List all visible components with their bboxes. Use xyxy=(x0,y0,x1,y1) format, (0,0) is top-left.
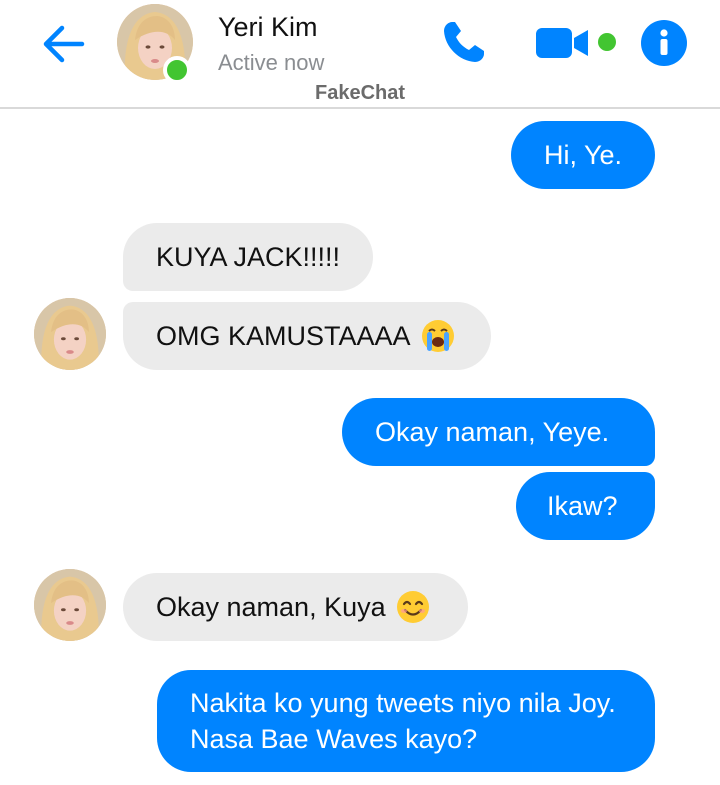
message-bubble-outgoing[interactable]: Nakita ko yung tweets niyo nila Joy. Nas… xyxy=(157,670,655,772)
message-bubble-outgoing[interactable]: Okay naman, Yeye. xyxy=(342,398,655,466)
message-bubble-incoming[interactable]: KUYA JACK!!!!! xyxy=(123,223,373,291)
message-text: Okay naman, Yeye. xyxy=(375,417,610,447)
back-button[interactable] xyxy=(38,18,90,70)
call-button[interactable] xyxy=(438,16,490,68)
online-status-dot xyxy=(163,56,191,84)
active-status: Active now xyxy=(218,50,325,75)
back-arrow-icon xyxy=(43,25,85,63)
avatar[interactable] xyxy=(34,569,106,641)
avatar[interactable] xyxy=(34,298,106,370)
message-text: Hi, Ye. xyxy=(544,140,623,170)
message-bubble-incoming[interactable]: OMG KAMUSTAAAA xyxy=(123,302,491,370)
contact-name[interactable]: Yeri Kim xyxy=(218,12,318,43)
smiling-face-icon xyxy=(396,591,429,623)
avatar-image xyxy=(34,298,106,370)
info-icon xyxy=(660,29,668,55)
phone-icon xyxy=(444,22,484,62)
watermark-text: FakeChat xyxy=(314,82,406,104)
chat-header: Yeri Kim Active now FakeChat xyxy=(0,0,720,109)
message-bubble-outgoing[interactable]: Hi, Ye. xyxy=(511,121,655,189)
message-text: Nakita ko yung tweets niyo nila Joy. Nas… xyxy=(190,688,616,754)
watermark: FakeChat xyxy=(0,82,720,105)
video-camera-icon xyxy=(536,28,588,58)
message-bubble-outgoing[interactable]: Ikaw? xyxy=(516,472,655,540)
loudly-crying-face-icon xyxy=(421,320,454,352)
message-text: KUYA JACK!!!!! xyxy=(156,242,341,272)
message-bubble-incoming[interactable]: Okay naman, Kuya xyxy=(123,573,468,641)
message-text: OMG KAMUSTAAAA xyxy=(156,321,411,351)
info-button[interactable] xyxy=(641,20,687,66)
message-text: Ikaw? xyxy=(547,491,618,521)
video-active-dot xyxy=(598,33,616,51)
avatar-image xyxy=(34,569,106,641)
message-text: Okay naman, Kuya xyxy=(156,592,386,622)
